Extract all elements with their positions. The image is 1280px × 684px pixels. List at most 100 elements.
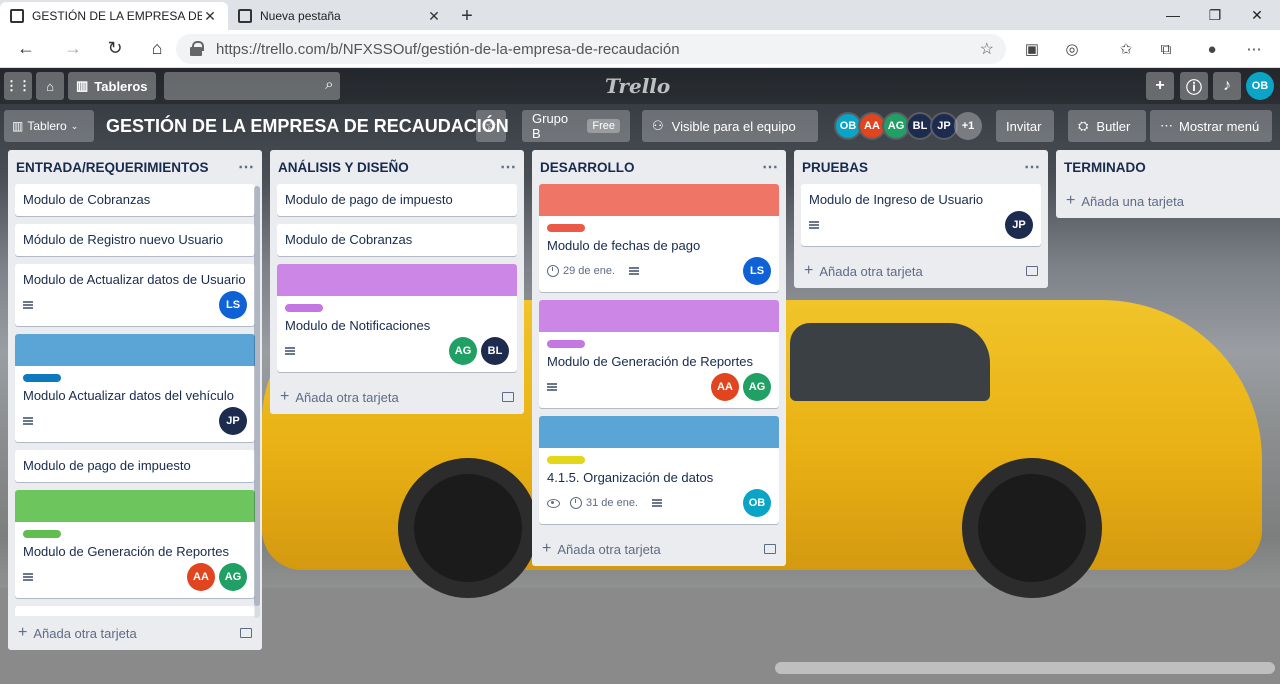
card-label[interactable] xyxy=(23,374,61,382)
member-avatar[interactable]: AA xyxy=(187,563,215,591)
card-label[interactable] xyxy=(547,340,585,348)
minimize-window-icon[interactable]: — xyxy=(1150,0,1196,30)
list-title[interactable]: DESARROLLO xyxy=(540,160,762,175)
list-menu-icon[interactable]: ⋯ xyxy=(762,157,778,177)
due-date-badge[interactable]: 31 de ene. xyxy=(570,494,638,513)
card[interactable]: Modulo de Notificaciones xyxy=(15,606,255,616)
card[interactable]: Modulo de Notificaciones AG BL xyxy=(277,264,517,372)
tab-title: GESTIÓN DE LA EMPRESA DE RE xyxy=(32,9,202,23)
add-card-button[interactable]: + Añada una tarjeta xyxy=(1056,184,1280,218)
card-badges: JP xyxy=(809,211,1033,239)
list-title[interactable]: PRUEBAS xyxy=(802,160,1024,175)
card[interactable]: Modulo de Generación de Reportes AA AG xyxy=(539,300,779,408)
list-header: TERMINADO xyxy=(1056,150,1280,184)
card[interactable]: Modulo de Cobranzas xyxy=(15,184,255,216)
card[interactable]: Modulo de Generación de Reportes AA AG xyxy=(15,490,255,598)
card-members: OB xyxy=(739,489,771,517)
member-avatar[interactable]: BL xyxy=(481,337,509,365)
card-label[interactable] xyxy=(23,530,61,538)
board-title[interactable]: GESTIÓN DE LA EMPRESA DE RECAUDACIÓN xyxy=(106,116,509,137)
forward-icon[interactable]: → xyxy=(52,30,94,68)
list-scrollbar[interactable] xyxy=(254,186,260,618)
card-template-icon[interactable] xyxy=(240,628,252,638)
search-input[interactable]: ⌕ xyxy=(163,72,340,100)
card-template-icon[interactable] xyxy=(764,544,776,554)
user-avatar[interactable]: OB xyxy=(1246,72,1274,100)
back-icon[interactable]: ← xyxy=(0,30,52,68)
browser-tab-active[interactable]: GESTIÓN DE LA EMPRESA DE RE ✕ xyxy=(0,2,228,30)
list-title[interactable]: ANÁLISIS Y DISEÑO xyxy=(278,160,500,175)
card[interactable]: Modulo Actualizar datos del vehículo JP xyxy=(15,334,255,442)
member-avatar[interactable]: AG xyxy=(219,563,247,591)
close-tab-icon[interactable]: ✕ xyxy=(202,8,218,25)
profile-avatar[interactable]: ● xyxy=(1198,35,1226,63)
close-window-icon[interactable]: ✕ xyxy=(1234,0,1280,30)
member-avatar[interactable]: AA xyxy=(711,373,739,401)
card-label[interactable] xyxy=(547,224,585,232)
zoom-extension-icon[interactable]: ▣ xyxy=(1018,35,1046,63)
boards-button[interactable]: ▥ Tableros xyxy=(68,72,156,100)
star-board-icon[interactable]: ☆ xyxy=(476,110,506,142)
board-view-switcher[interactable]: ▥ Tablero ⌄ xyxy=(4,110,94,142)
add-favorite-icon[interactable]: ☆ xyxy=(980,39,994,59)
create-plus-icon[interactable]: + xyxy=(1146,72,1174,100)
board-view-label: Tablero xyxy=(27,119,67,133)
card[interactable]: Modulo de Actualizar datos de Usuario LS xyxy=(15,264,255,326)
add-card-button[interactable]: + Añada otra tarjeta xyxy=(270,380,524,414)
browser-tab-new[interactable]: Nueva pestaña ✕ xyxy=(228,2,452,30)
card-template-icon[interactable] xyxy=(1026,266,1038,276)
list-title[interactable]: ENTRADA/REQUERIMIENTOS xyxy=(16,160,238,175)
card[interactable]: Modulo de Cobranzas xyxy=(277,224,517,256)
list-menu-icon[interactable]: ⋯ xyxy=(1024,157,1040,177)
browser-tab-strip: GESTIÓN DE LA EMPRESA DE RE ✕ Nueva pest… xyxy=(0,0,1280,30)
member-avatar[interactable]: JP xyxy=(1005,211,1033,239)
notifications-bell-icon[interactable]: ♪ xyxy=(1213,72,1241,100)
collections-icon[interactable]: ⧉ xyxy=(1152,35,1180,63)
card[interactable]: Módulo de Registro nuevo Usuario xyxy=(15,224,255,256)
trello-board: ⋮⋮ ⌂ ▥ Tableros ⌕ Trello + ⓘ ♪ OB ▥ Tabl… xyxy=(0,68,1280,684)
board-horizontal-scrollbar[interactable] xyxy=(775,662,1275,674)
info-icon[interactable]: ⓘ xyxy=(1180,72,1208,100)
card[interactable]: Modulo de Ingreso de Usuario JP xyxy=(801,184,1041,246)
list-menu-icon[interactable]: ⋯ xyxy=(238,157,254,177)
card-template-icon[interactable] xyxy=(502,392,514,402)
address-bar[interactable]: https://trello.com/b/NFXSSOuf/gestión-de… xyxy=(176,34,1006,64)
member-avatar[interactable]: LS xyxy=(219,291,247,319)
card[interactable]: Modulo de pago de impuesto xyxy=(277,184,517,216)
board-members: OB AA AG BL JP +1 xyxy=(834,112,982,140)
card[interactable]: Modulo de fechas de pago 29 de ene. LS xyxy=(539,184,779,292)
favorites-icon[interactable]: ✩ xyxy=(1112,35,1140,63)
list-title[interactable]: TERMINADO xyxy=(1064,160,1280,175)
reload-icon[interactable]: ↻ xyxy=(94,30,136,68)
settings-more-icon[interactable]: ⋯ xyxy=(1240,35,1268,63)
team-button[interactable]: Grupo B Free xyxy=(522,110,630,142)
add-card-button[interactable]: + Añada otra tarjeta xyxy=(8,616,262,650)
member-avatar[interactable]: OB xyxy=(743,489,771,517)
visibility-button[interactable]: ⚇ Visible para el equipo xyxy=(642,110,818,142)
card-label[interactable] xyxy=(547,456,585,464)
invite-button[interactable]: Invitar xyxy=(996,110,1054,142)
show-menu-button[interactable]: ⋯ Mostrar menú xyxy=(1150,110,1272,142)
add-card-button[interactable]: + Añada otra tarjeta xyxy=(794,254,1048,288)
new-tab-button[interactable]: + xyxy=(452,2,482,30)
list-header: PRUEBAS ⋯ xyxy=(794,150,1048,184)
restore-window-icon[interactable]: ❐ xyxy=(1192,0,1238,30)
member-avatar[interactable]: AG xyxy=(743,373,771,401)
member-avatar[interactable]: AG xyxy=(449,337,477,365)
due-date-badge[interactable]: 29 de ene. xyxy=(547,262,615,281)
close-tab-icon[interactable]: ✕ xyxy=(426,8,442,25)
extension-icon[interactable]: ◎ xyxy=(1058,35,1086,63)
card[interactable]: Modulo de pago de impuesto xyxy=(15,450,255,482)
more-members-badge[interactable]: +1 xyxy=(954,112,982,140)
home-button-icon[interactable]: ⌂ xyxy=(36,72,64,100)
card[interactable]: 4.1.5. Organización de datos 31 de ene. OB xyxy=(539,416,779,524)
list-scroll-thumb[interactable] xyxy=(254,186,260,606)
home-icon[interactable]: ⌂ xyxy=(136,30,178,68)
list-menu-icon[interactable]: ⋯ xyxy=(500,157,516,177)
butler-button[interactable]: ⛭ Butler xyxy=(1068,110,1146,142)
member-avatar[interactable]: LS xyxy=(743,257,771,285)
member-avatar[interactable]: JP xyxy=(219,407,247,435)
add-card-button[interactable]: + Añada otra tarjeta xyxy=(532,532,786,566)
card-label[interactable] xyxy=(285,304,323,312)
apps-grid-icon[interactable]: ⋮⋮ xyxy=(4,72,32,100)
